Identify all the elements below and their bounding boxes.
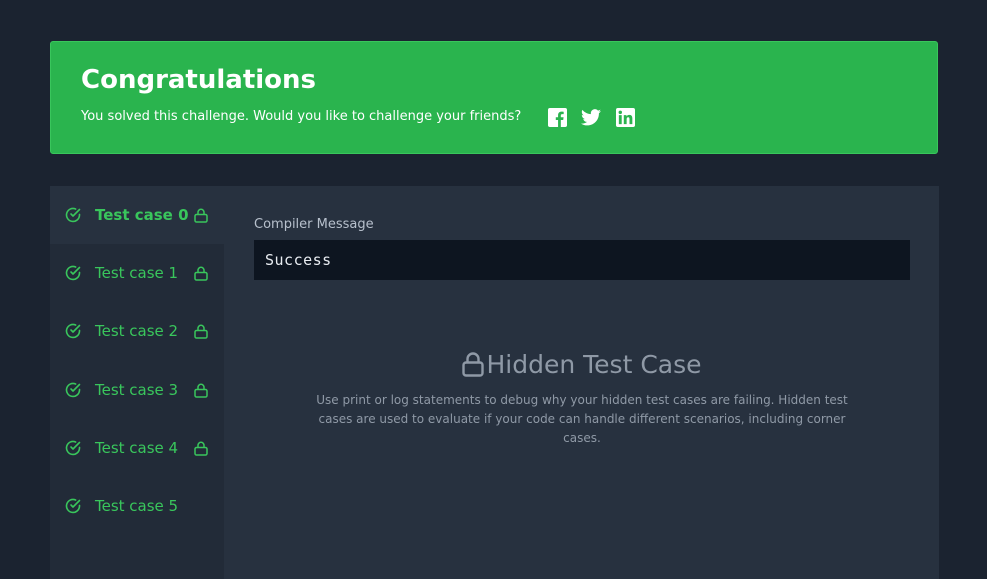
test-case-item[interactable]: Test case 3 bbox=[50, 361, 224, 419]
test-case-item[interactable]: Test case 0 bbox=[50, 186, 224, 244]
test-case-item[interactable]: Test case 5 bbox=[50, 477, 224, 535]
test-case-item[interactable]: Test case 1 bbox=[50, 244, 224, 302]
check-circle-icon bbox=[65, 323, 81, 339]
hidden-test-case-title: Hidden Test Case bbox=[486, 350, 702, 379]
test-case-label: Test case 5 bbox=[95, 497, 179, 515]
test-case-item[interactable]: Test case 2 bbox=[50, 302, 224, 360]
facebook-icon[interactable] bbox=[547, 107, 567, 127]
check-circle-icon bbox=[65, 498, 81, 514]
check-circle-icon bbox=[65, 265, 81, 281]
page: Congratulations You solved this challeng… bbox=[0, 0, 987, 579]
banner-subtitle: You solved this challenge. Would you lik… bbox=[81, 107, 635, 127]
twitter-icon[interactable] bbox=[581, 107, 602, 127]
test-case-label: Test case 3 bbox=[95, 381, 179, 399]
check-circle-icon bbox=[65, 382, 81, 398]
lock-icon bbox=[194, 208, 208, 223]
success-banner: Congratulations You solved this challeng… bbox=[50, 41, 938, 154]
hidden-test-case-heading: Hidden Test Case bbox=[254, 350, 910, 379]
test-case-list: Test case 0 Test case 1 Test case 2 Test… bbox=[50, 186, 224, 579]
results-panel: Test case 0 Test case 1 Test case 2 Test… bbox=[50, 186, 939, 579]
test-case-label: Test case 1 bbox=[95, 264, 179, 282]
check-circle-icon bbox=[65, 207, 81, 223]
lock-icon bbox=[194, 441, 208, 456]
test-case-label: Test case 0 bbox=[95, 206, 189, 224]
compiler-message-output: Success bbox=[254, 240, 910, 280]
banner-title: Congratulations bbox=[81, 65, 317, 95]
hidden-test-case-description: Use print or log statements to debug why… bbox=[316, 393, 848, 445]
lock-icon bbox=[194, 266, 208, 281]
compiler-output-text: Success bbox=[265, 251, 332, 269]
lock-icon bbox=[194, 324, 208, 339]
lock-icon bbox=[462, 352, 485, 377]
social-share bbox=[533, 107, 635, 127]
check-circle-icon bbox=[65, 440, 81, 456]
lock-icon bbox=[194, 383, 208, 398]
test-case-detail: Compiler Message Success Hidden Test Cas… bbox=[254, 186, 910, 579]
compiler-message-label: Compiler Message bbox=[254, 217, 374, 232]
test-case-label: Test case 4 bbox=[95, 439, 179, 457]
test-case-item[interactable]: Test case 4 bbox=[50, 419, 224, 477]
linkedin-icon[interactable] bbox=[615, 107, 635, 127]
banner-message: You solved this challenge. Would you lik… bbox=[81, 109, 522, 124]
test-case-label: Test case 2 bbox=[95, 322, 179, 340]
